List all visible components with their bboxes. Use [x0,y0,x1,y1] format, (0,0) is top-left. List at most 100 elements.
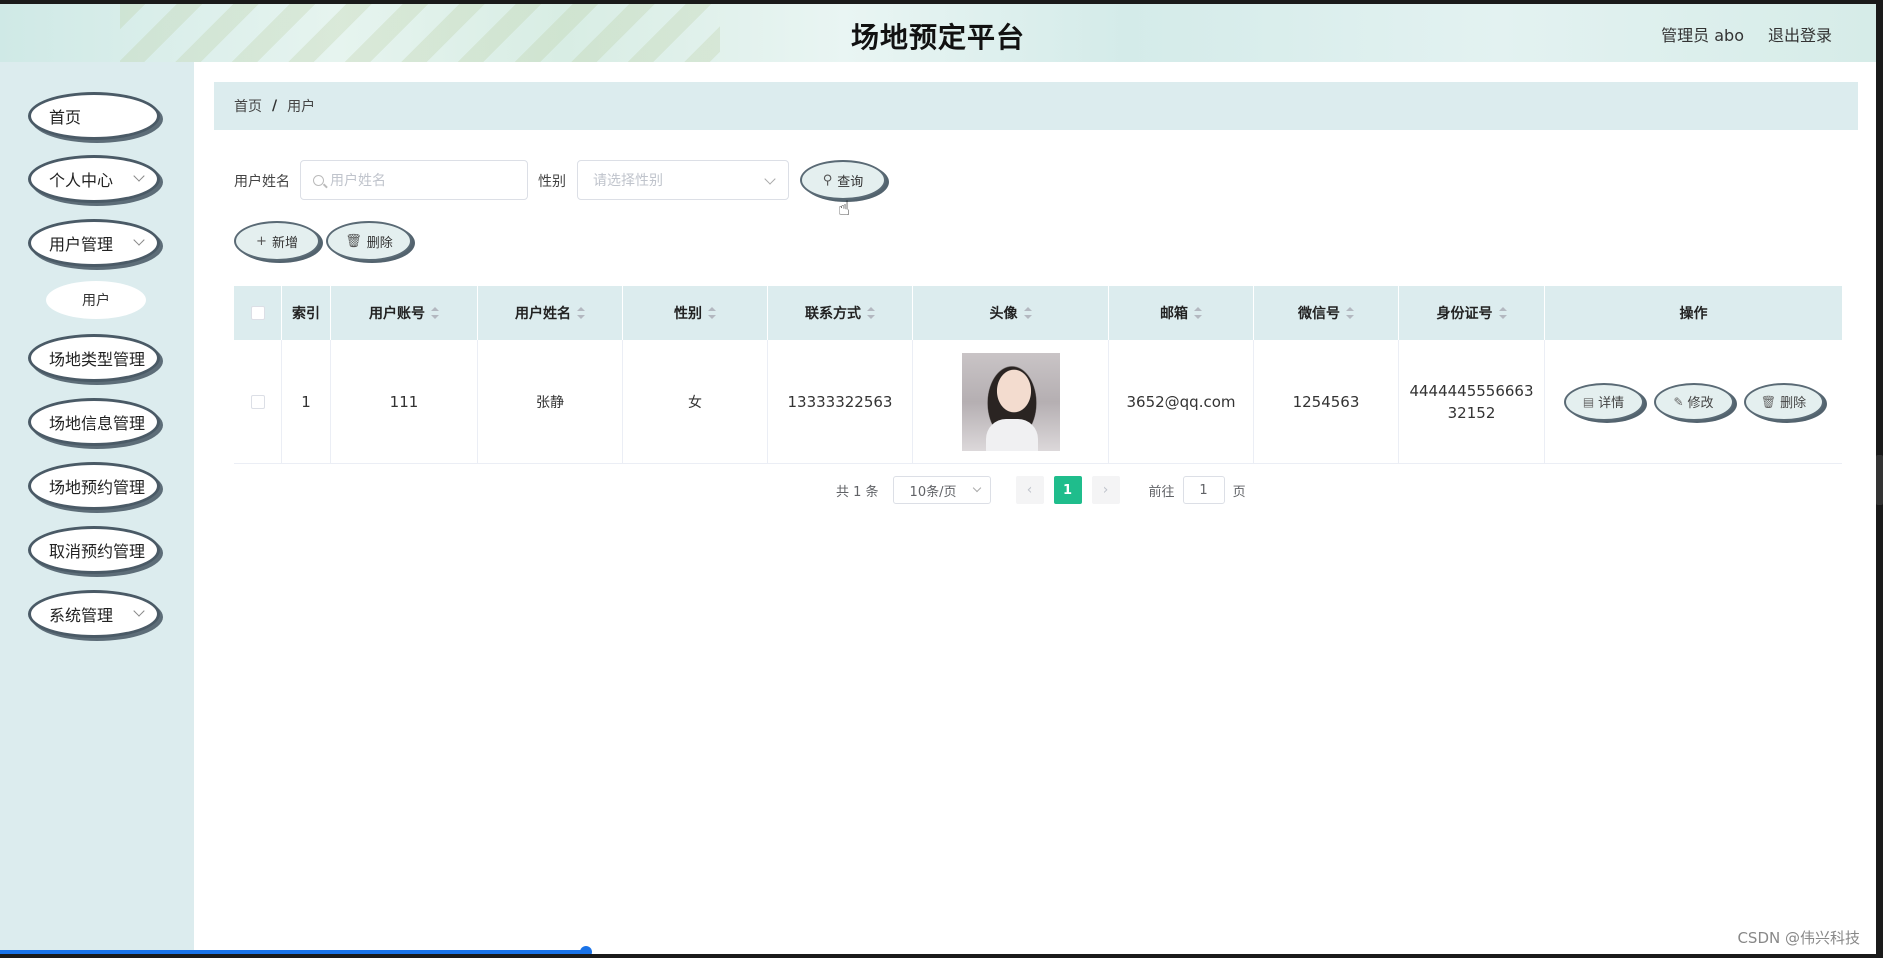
gender-select[interactable]: 请选择性别 [577,160,789,200]
add-button[interactable]: + 新增 [234,221,320,261]
sidebar: 首页 个人中心 用户管理 用户 场地类型管理 场地信息管理 场地预约管理 取消预… [0,62,194,954]
index-cell: 1 [282,340,331,463]
batch-delete-button[interactable]: 🗑 删除 [326,221,412,261]
delete-button[interactable]: 🗑 删除 [1743,382,1824,421]
sidebar-item-label: 场地类型管理 [49,350,146,369]
sidebar-item-label: 用户管理 [49,235,114,254]
table-header: 索引 用户账号 用户姓名 性别 联系方式 头像 邮箱 微信号 身份证号 操作 [234,286,1842,340]
sidebar-item-label: 取消预约管理 [49,542,146,561]
column-header[interactable]: 性别 [623,286,768,340]
column-header[interactable]: 用户姓名 [478,286,623,340]
sidebar-item-venue-type[interactable]: 场地类型管理 [28,334,160,382]
query-button[interactable]: ⚲ 查询 [800,160,886,200]
column-header[interactable]: 用户账号 [331,286,478,340]
search-icon [313,174,324,186]
sidebar-item-label: 系统管理 [49,606,114,625]
gender-select-placeholder: 请选择性别 [593,173,663,189]
page-unit-label: 页 [1232,484,1246,500]
sort-icon[interactable] [1023,307,1032,319]
gender-filter-label: 性别 [538,174,566,190]
sidebar-item-home[interactable]: 首页 [28,92,160,140]
column-header[interactable]: 联系方式 [768,286,913,340]
chevron-down-icon [133,234,145,246]
add-button-label: 新增 [271,235,298,251]
sort-icon[interactable] [431,307,439,319]
search-icon: ⚲ [822,172,833,188]
edit-icon: ✎ [1673,394,1684,409]
column-header[interactable]: 头像 [913,286,1109,340]
wechat-cell: 1254563 [1254,340,1399,463]
logout-link[interactable]: 退出登录 [1768,22,1832,46]
pagination-total: 共 1 条 [836,484,879,500]
name-search-placeholder: 用户姓名 [330,173,386,189]
breadcrumb: 首页 / 用户 [214,82,1858,130]
sort-icon[interactable] [1194,307,1202,319]
avatar-cell [913,340,1109,463]
sidebar-item-label: 场地信息管理 [49,414,146,433]
trash-icon: 🗑 [1760,394,1777,409]
top-header: 场地预定平台 管理员 abo 退出登录 [0,4,1876,62]
sidebar-item-label: 个人中心 [49,171,114,190]
video-progress-bar[interactable] [0,950,588,954]
gender-cell: 女 [623,340,768,463]
plus-icon: + [256,233,267,249]
sort-icon[interactable] [1498,307,1507,319]
sidebar-item-venue-info[interactable]: 场地信息管理 [28,398,160,446]
pagination: 共 1 条 10条/页 ‹ 1 › 前往 1 页 [836,476,1246,504]
sort-icon[interactable] [867,307,875,319]
pointer-cursor-icon: ☝ [838,196,851,220]
page-size-select[interactable]: 10条/页 [892,476,991,504]
breadcrumb-separator: / [272,98,278,114]
id-card-cell: 444444555666332152 [1399,340,1545,463]
avatar[interactable] [961,352,1060,451]
account-cell: 111 [331,340,478,463]
sort-icon[interactable] [1346,307,1354,319]
app-title: 场地预定平台 [850,21,1025,54]
sidebar-item-venue-booking[interactable]: 场地预约管理 [28,462,160,510]
detail-button[interactable]: ▤ 详情 [1563,382,1644,421]
sort-icon[interactable] [577,307,585,319]
sidebar-item-system-management[interactable]: 系统管理 [28,590,160,638]
column-header[interactable]: 邮箱 [1109,286,1254,340]
sidebar-item-label: 首页 [49,108,82,127]
breadcrumb-home[interactable]: 首页 [234,96,262,116]
batch-delete-label: 删除 [366,235,393,251]
column-header[interactable]: 微信号 [1254,286,1399,340]
operations-cell: ▤ 详情 ✎ 修改 🗑 删除 [1545,340,1842,463]
browser-viewport: 场地预定平台 管理员 abo 退出登录 首页 个人中心 用户管理 用户 场地类型… [0,4,1876,954]
sidebar-subitem-user[interactable]: 用户 [46,281,146,319]
chevron-down-icon [133,605,145,617]
goto-label: 前往 [1148,484,1175,500]
scrollbar-handle[interactable] [1876,455,1883,505]
sidebar-item-cancel-booking[interactable]: 取消预约管理 [28,526,160,574]
row-checkbox[interactable] [250,394,265,409]
table-row: 1 111 张静 女 13333322563 3652@qq.com 12545… [234,340,1842,464]
goto-page-input[interactable]: 1 [1182,476,1225,504]
sidebar-item-user-management[interactable]: 用户管理 [28,219,160,267]
name-search-input[interactable]: 用户姓名 [300,160,528,200]
progress-handle[interactable] [580,946,592,954]
sidebar-item-personal-center[interactable]: 个人中心 [28,155,160,203]
select-all-checkbox[interactable] [250,306,265,320]
prev-page-button[interactable]: ‹ [1015,476,1044,504]
edit-button[interactable]: ✎ 修改 [1653,382,1734,421]
email-cell: 3652@qq.com [1109,340,1254,463]
admin-label: 管理员 abo [1661,26,1744,45]
column-header: 操作 [1679,306,1708,322]
select-all-cell [234,286,282,340]
chevron-down-icon [764,173,776,185]
user-table: 索引 用户账号 用户姓名 性别 联系方式 头像 邮箱 微信号 身份证号 操作 1… [234,286,1842,464]
trash-icon: 🗑 [345,233,362,249]
next-page-button[interactable]: › [1091,476,1120,504]
column-header[interactable]: 身份证号 [1399,286,1545,340]
name-filter-label: 用户姓名 [234,174,290,190]
page-number-button[interactable]: 1 [1053,476,1082,504]
document-icon: ▤ [1582,394,1595,409]
chevron-down-icon [972,483,981,493]
phone-cell: 13333322563 [768,340,913,463]
sidebar-item-label: 场地预约管理 [49,478,146,497]
name-cell: 张静 [478,340,623,463]
watermark: CSDN @伟兴科技 [1737,929,1860,947]
sort-icon[interactable] [708,307,716,319]
row-select-cell [234,340,282,463]
